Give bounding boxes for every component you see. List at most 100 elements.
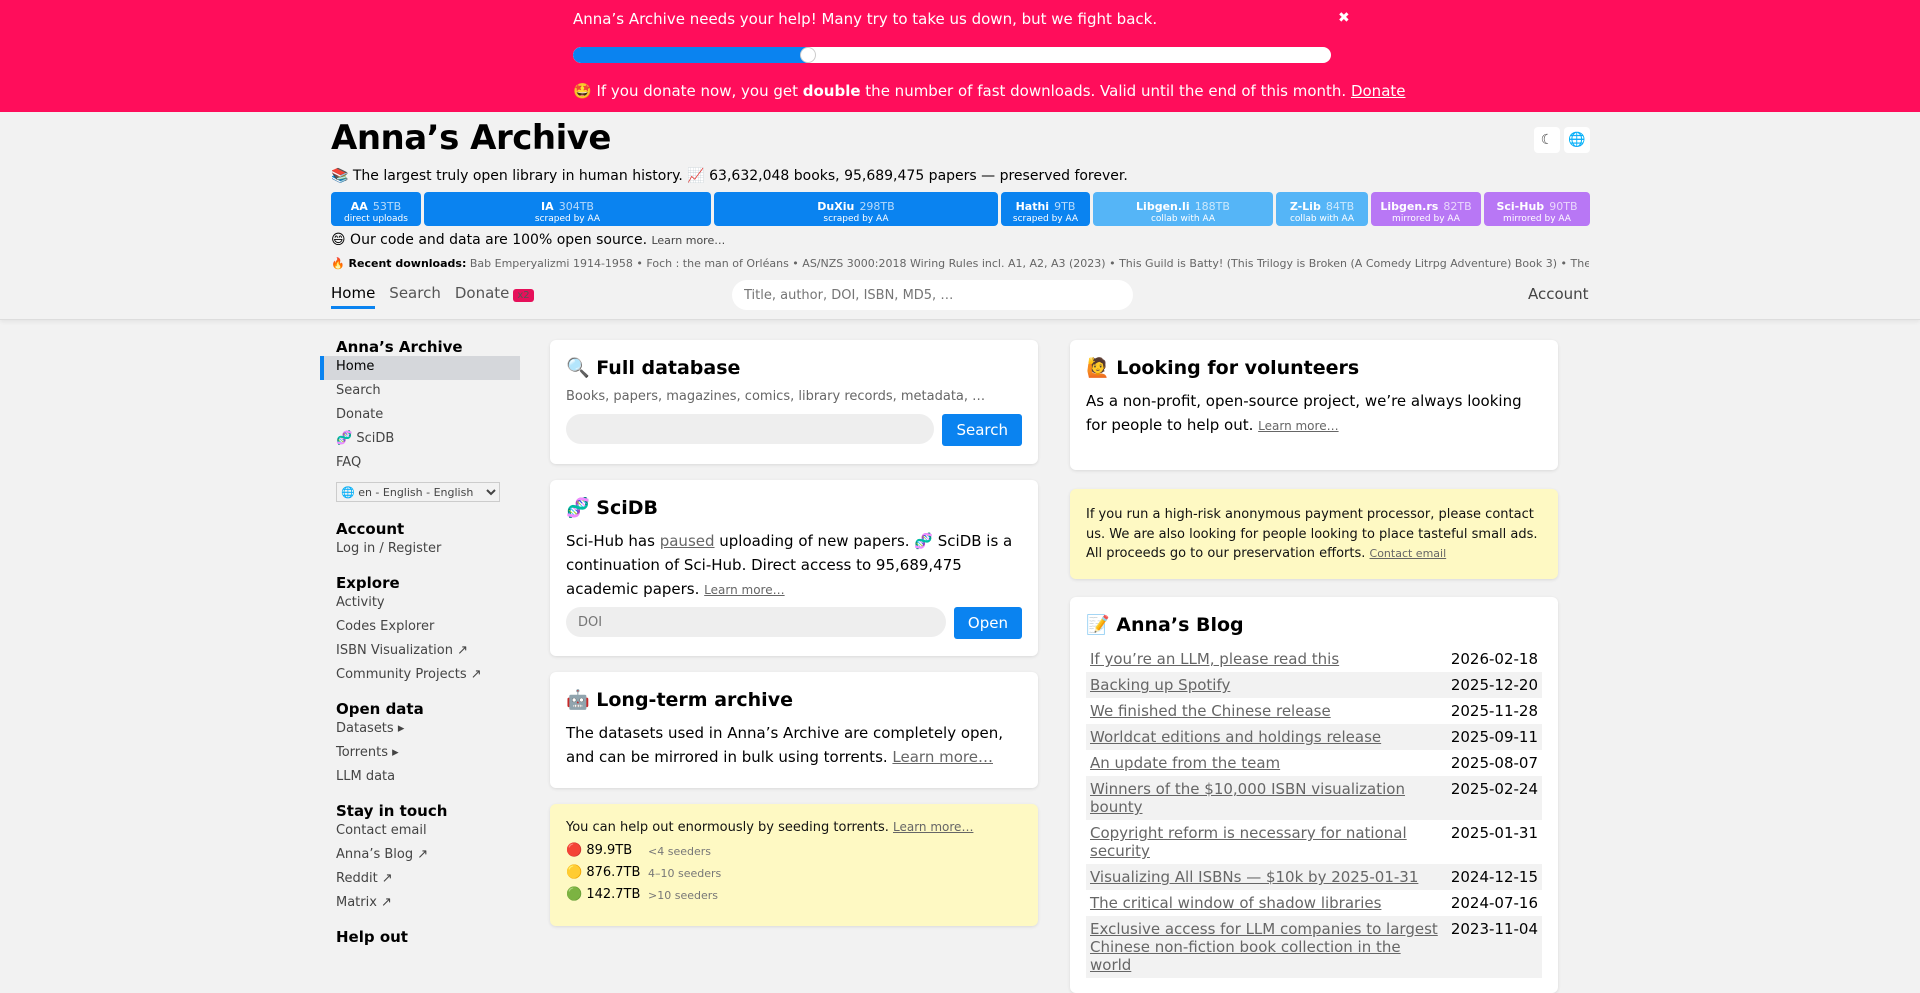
blog-post-date: 2024-07-16: [1450, 894, 1538, 912]
source-badge[interactable]: Libgen.li 188TB collab with AA: [1093, 192, 1273, 226]
scidb-card: 🧬 SciDB Sci-Hub has paused uploading of …: [550, 480, 1038, 656]
source-sub: collab with AA: [1289, 214, 1355, 224]
blog-post-link[interactable]: An update from the team: [1090, 754, 1280, 772]
sidebar-item[interactable]: ISBN Visualization ↗: [320, 640, 520, 664]
open-button[interactable]: Open: [953, 607, 1022, 639]
sidebar-item[interactable]: Datasets ▸: [320, 718, 520, 742]
blog-post-date: 2025-02-24: [1446, 776, 1542, 820]
site-title[interactable]: Anna’s Archive: [331, 118, 611, 158]
long-term-archive-card: 🤖 Long-term archive The datasets used in…: [550, 672, 1038, 788]
blog-post-link[interactable]: Winners of the $10,000 ISBN visualizatio…: [1090, 780, 1405, 816]
torrent-stats: 🔴 89.9TB <4 seeders 🟡 876.7TB 4–10 seeders 🟢…: [566, 843, 1022, 909]
torrent-row: 🟢 142.7TB >10 seeders: [566, 887, 1022, 909]
torrent-amount: 🔴 89.9TB: [566, 843, 633, 858]
blog-post-title-cell: The critical window of shadow libraries: [1086, 890, 1447, 916]
nav-donate[interactable]: Donate x2: [455, 284, 534, 309]
torrent-seeders: 4–10 seeders: [648, 867, 722, 880]
volunteers-learn-more[interactable]: Learn more…: [1258, 419, 1338, 433]
volunteers-card: 🙋 Looking for volunteers As a non-profit…: [1070, 340, 1558, 470]
sidebar-item[interactable]: Contact email: [320, 820, 520, 844]
blog-post-date: 2024-12-15: [1446, 864, 1542, 890]
sidebar-item[interactable]: Torrents ▸: [320, 742, 520, 766]
source-size: 9TB: [1054, 200, 1076, 213]
seeding-learn-more[interactable]: Learn more…: [893, 820, 973, 834]
dark-mode-icon[interactable]: ☾: [1534, 127, 1560, 153]
source-badge[interactable]: Sci-Hub 90TB mirrored by AA: [1484, 192, 1590, 226]
source-name: Hathi: [1015, 200, 1050, 213]
banner-donate-link[interactable]: Donate: [1351, 82, 1406, 100]
sidebar-item[interactable]: Activity: [320, 592, 520, 616]
doi-input[interactable]: [566, 607, 946, 637]
progress-thumb: [799, 47, 816, 63]
blog-post-link[interactable]: Copyright reform is necessary for nation…: [1090, 824, 1407, 860]
sidebar-item[interactable]: Log in / Register: [320, 538, 520, 562]
source-badge[interactable]: DuXiu 298TB scraped by AA: [714, 192, 998, 226]
sidebar-item[interactable]: Home: [320, 356, 520, 380]
sidebar-item[interactable]: Codes Explorer: [320, 616, 520, 640]
long-term-learn-more[interactable]: Learn more…: [892, 748, 993, 766]
source-sub: mirrored by AA: [1503, 214, 1571, 224]
seeding-card: You can help out enormously by seeding t…: [550, 804, 1038, 926]
source-name: Libgen.rs: [1380, 200, 1439, 213]
contact-email-link[interactable]: Contact email: [1370, 547, 1447, 560]
source-badge[interactable]: IA 304TB scraped by AA: [424, 192, 711, 226]
recent-downloads-list[interactable]: Bab Emperyalizmi 1914-1958 • Foch : the …: [470, 257, 1589, 270]
search-button[interactable]: Search: [942, 414, 1022, 446]
torrent-amount: 🟢 142.7TB: [566, 887, 641, 902]
blog-post-row: If you’re an LLM, please read this 2026-0…: [1086, 646, 1542, 672]
blog-card: 📝 Anna’s Blog If you’re an LLM, please r…: [1070, 597, 1558, 993]
language-globe-icon[interactable]: 🌐: [1564, 127, 1590, 153]
blog-post-link[interactable]: Worldcat editions and holdings release: [1090, 728, 1381, 746]
sidebar-heading: Anna’s Archive: [336, 338, 463, 356]
source-badge[interactable]: Z-Lib 84TB collab with AA: [1276, 192, 1368, 226]
torrent-row: 🟡 876.7TB 4–10 seeders: [566, 865, 1022, 887]
sidebar-heading: Help out: [336, 928, 408, 946]
source-badge[interactable]: AA 53TB direct uploads: [331, 192, 421, 226]
sidebar-item[interactable]: LLM data: [320, 766, 520, 790]
sidebar-item[interactable]: Search: [320, 380, 520, 404]
language-select[interactable]: 🌐 en - English - English: [336, 482, 500, 502]
blog-post-row: We finished the Chinese release 2025-11-2…: [1086, 698, 1542, 724]
blog-post-link[interactable]: Visualizing All ISBNs — $10k by 2025-01-…: [1090, 868, 1418, 886]
sidebar-item[interactable]: Anna’s Blog ↗: [320, 844, 520, 868]
source-badge[interactable]: Hathi 9TB scraped by AA: [1001, 192, 1090, 226]
nav-donate-label: Donate: [454, 284, 510, 302]
recent-downloads-label: 🔥 Recent downloads:: [331, 257, 467, 270]
sidebar-item[interactable]: Matrix ↗: [320, 892, 520, 916]
volunteers-title: 🙋 Looking for volunteers: [1086, 357, 1360, 379]
full-database-title: 🔍 Full database: [566, 357, 741, 379]
sidebar-item[interactable]: 🧬 SciDB: [320, 428, 520, 452]
open-source-learn-more[interactable]: Learn more…: [651, 234, 725, 247]
blog-post-title-cell: Visualizing All ISBNs — $10k by 2025-01-…: [1086, 864, 1447, 890]
blog-post-link[interactable]: If you’re an LLM, please read this: [1090, 650, 1339, 668]
scidb-learn-more[interactable]: Learn more…: [704, 583, 784, 597]
nav-home[interactable]: Home: [331, 284, 376, 309]
blog-post-link[interactable]: Backing up Spotify: [1090, 676, 1230, 694]
source-badge[interactable]: Libgen.rs 82TB mirrored by AA: [1371, 192, 1481, 226]
full-database-search-input[interactable]: [566, 414, 935, 444]
torrent-seeders: >10 seeders: [648, 889, 718, 902]
source-size: 53TB: [372, 200, 402, 213]
header-search-input[interactable]: [732, 280, 1133, 310]
blog-post-date: 2023-11-04: [1446, 916, 1542, 978]
banner-note: 🤩 If you donate now, you get double the …: [573, 82, 1406, 100]
blog-post-link[interactable]: We finished the Chinese release: [1090, 702, 1331, 720]
progress-fill: [573, 47, 808, 63]
sidebar-item[interactable]: Community Projects ↗: [320, 664, 520, 688]
long-term-archive-text: The datasets used in Anna’s Archive are …: [566, 721, 1022, 769]
seeding-text: You can help out enormously by seeding t…: [566, 820, 1022, 835]
sidebar-item[interactable]: FAQ: [320, 452, 520, 476]
paused-link[interactable]: paused: [660, 532, 715, 550]
blog-post-title-cell: Winners of the $10,000 ISBN visualizatio…: [1086, 776, 1447, 820]
sidebar-item[interactable]: Donate: [320, 404, 520, 428]
blog-post-row: Copyright reform is necessary for nation…: [1086, 820, 1542, 864]
sidebar-item[interactable]: Reddit ↗: [320, 868, 520, 892]
close-icon[interactable]: ✖: [1338, 10, 1350, 26]
banner-note-prefix: 🤩 If you donate now, you get: [573, 82, 803, 100]
blog-post-link[interactable]: Exclusive access for LLM companies to la…: [1090, 920, 1438, 974]
nav-search[interactable]: Search: [389, 284, 441, 309]
account-link[interactable]: Account: [1528, 285, 1589, 303]
blog-post-link[interactable]: The critical window of shadow libraries: [1090, 894, 1381, 912]
blog-post-row: Backing up Spotify 2025-12-20: [1086, 672, 1542, 698]
source-size: 90TB: [1549, 200, 1578, 213]
